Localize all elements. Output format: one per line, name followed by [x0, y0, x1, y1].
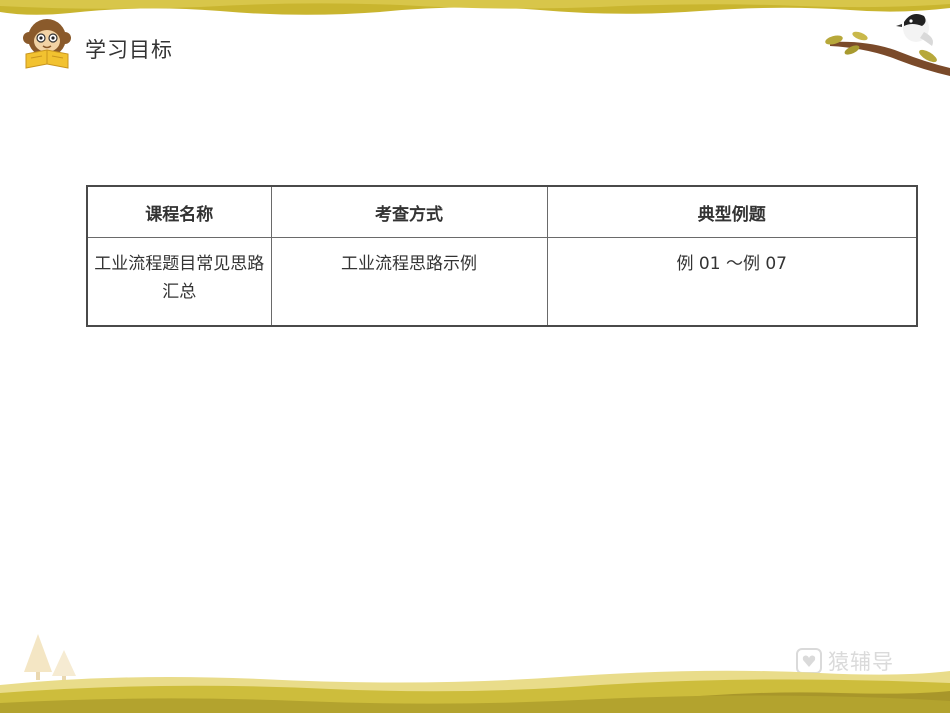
table-header-row: 课程名称 考查方式 典型例题 — [86, 185, 918, 238]
header-assessment-method: 考查方式 — [270, 185, 548, 238]
header-course-name: 课程名称 — [86, 185, 272, 238]
branch-bird-decoration-icon — [825, 14, 950, 76]
monkey-reading-icon — [23, 19, 71, 69]
cell-typical-examples: 例 01 ～例 07 — [546, 237, 918, 327]
learning-goals-table: 课程名称 考查方式 典型例题 工业流程题目常见思路汇总 工业流程思路示例 例 0… — [86, 185, 918, 327]
bottom-decorative-hills — [0, 633, 950, 713]
header-typical-examples: 典型例题 — [546, 185, 918, 238]
cell-course-name: 工业流程题目常见思路汇总 — [86, 237, 272, 327]
top-decorative-band — [0, 0, 950, 22]
page-title: 学习目标 — [85, 38, 173, 62]
cell-assessment-method: 工业流程思路示例 — [270, 237, 548, 327]
table-row: 工业流程题目常见思路汇总 工业流程思路示例 例 01 ～例 07 — [86, 237, 918, 327]
